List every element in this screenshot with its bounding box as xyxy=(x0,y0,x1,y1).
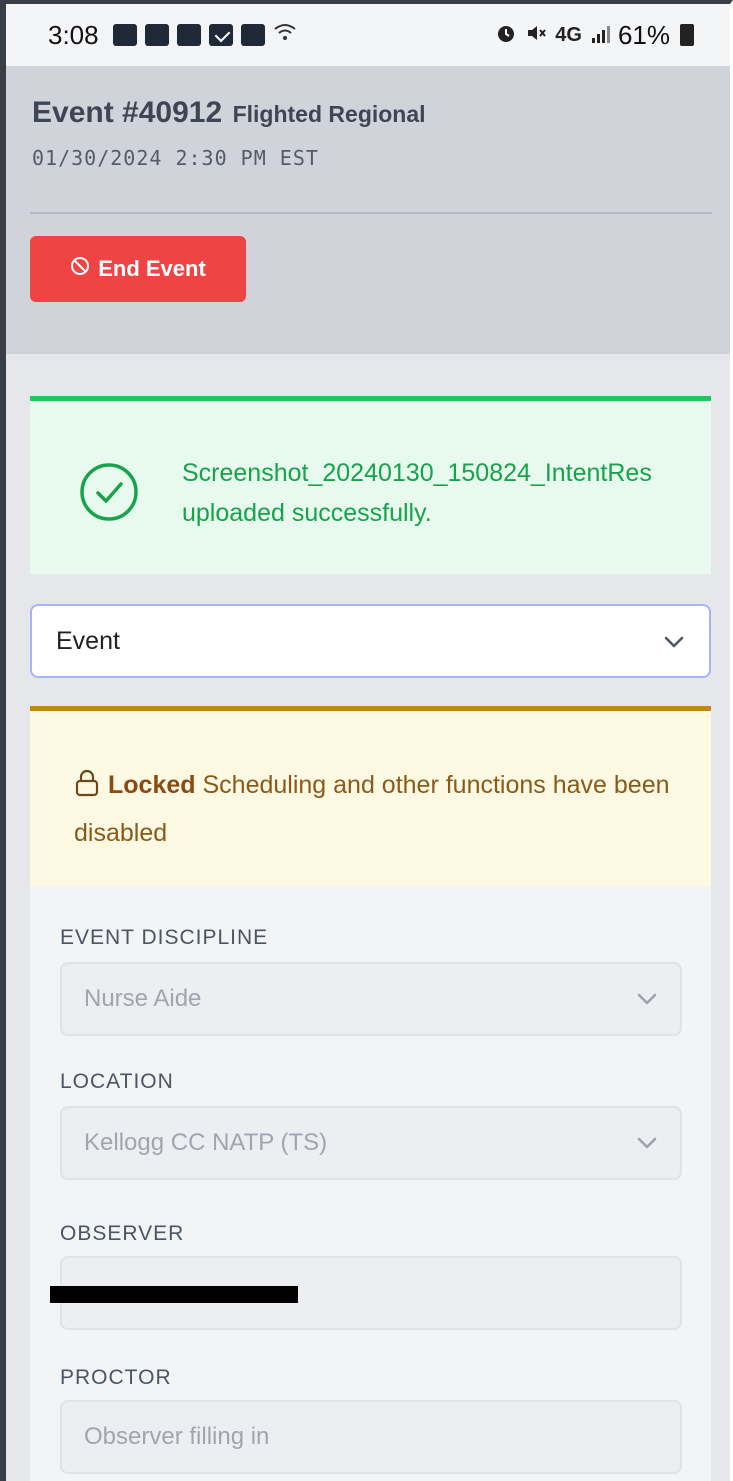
discipline-value: Nurse Aide xyxy=(84,985,202,1012)
signal-icon xyxy=(590,20,610,51)
mute-icon xyxy=(525,20,547,51)
chevron-down-icon xyxy=(636,1129,658,1157)
location-label: LOCATION xyxy=(60,1070,174,1093)
view-select-value: Event xyxy=(56,626,120,655)
battery-percent: 61% xyxy=(617,19,670,50)
event-number: Event #40912 xyxy=(32,96,223,129)
network-type: 4G xyxy=(555,23,582,46)
mail-notification-icon xyxy=(208,24,233,46)
upload-success-alert: Screenshot_20240130_150824_IntentRes upl… xyxy=(30,396,711,574)
end-event-button[interactable]: End Event xyxy=(30,236,246,302)
event-title: Event #40912 Flighted Regional xyxy=(32,96,426,130)
discipline-select[interactable]: Nurse Aide xyxy=(60,962,682,1036)
status-time: 3:08 xyxy=(48,19,99,50)
redaction-bar xyxy=(50,1286,298,1303)
event-type: Flighted Regional xyxy=(232,101,426,127)
event-date: 01/30/2024 2:30 PM EST xyxy=(32,146,319,170)
end-event-label: End Event xyxy=(98,256,206,281)
proctor-placeholder: Observer filling in xyxy=(84,1423,270,1450)
battery-icon xyxy=(680,24,694,46)
message-notification-icon xyxy=(176,24,201,46)
ban-icon xyxy=(70,256,90,282)
wifi-icon xyxy=(273,22,297,48)
alarm-icon xyxy=(495,20,517,51)
youtube-notification-icon xyxy=(112,24,137,46)
locked-message: Locked Scheduling and other functions ha… xyxy=(74,763,674,855)
locked-label: Locked xyxy=(108,771,196,799)
observer-label: OBSERVER xyxy=(60,1222,185,1245)
proctor-label: PROCTOR xyxy=(60,1366,172,1389)
uploaded-filename: Screenshot_20240130_150824_IntentRes xyxy=(182,459,652,487)
view-select[interactable]: Event xyxy=(30,604,711,678)
header-divider xyxy=(30,212,712,214)
locked-alert: Locked Scheduling and other functions ha… xyxy=(30,706,711,886)
check-circle-icon xyxy=(78,461,140,528)
calendar-notification-icon xyxy=(144,24,169,46)
event-form: EVENT DISCIPLINE Nurse Aide LOCATION Kel… xyxy=(30,886,711,1481)
event-header: Event #40912 Flighted Regional 01/30/202… xyxy=(6,66,730,354)
location-value: Kellogg CC NATP (TS) xyxy=(84,1129,328,1156)
location-select[interactable]: Kellogg CC NATP (TS) xyxy=(60,1106,682,1180)
proctor-field[interactable]: Observer filling in xyxy=(60,1400,682,1474)
lock-icon xyxy=(74,767,100,811)
gallery-notification-icon xyxy=(240,24,265,46)
upload-status-text: uploaded successfully. xyxy=(182,499,432,527)
status-bar-right: 4G 61% xyxy=(495,20,694,51)
chevron-down-icon xyxy=(636,985,658,1013)
status-bar-left: 3:08 xyxy=(48,20,297,51)
discipline-label: EVENT DISCIPLINE xyxy=(60,926,269,949)
status-bar: 3:08 4G 61% xyxy=(6,4,730,66)
chevron-down-icon xyxy=(663,627,685,656)
success-message: Screenshot_20240130_150824_IntentRes upl… xyxy=(182,453,711,533)
